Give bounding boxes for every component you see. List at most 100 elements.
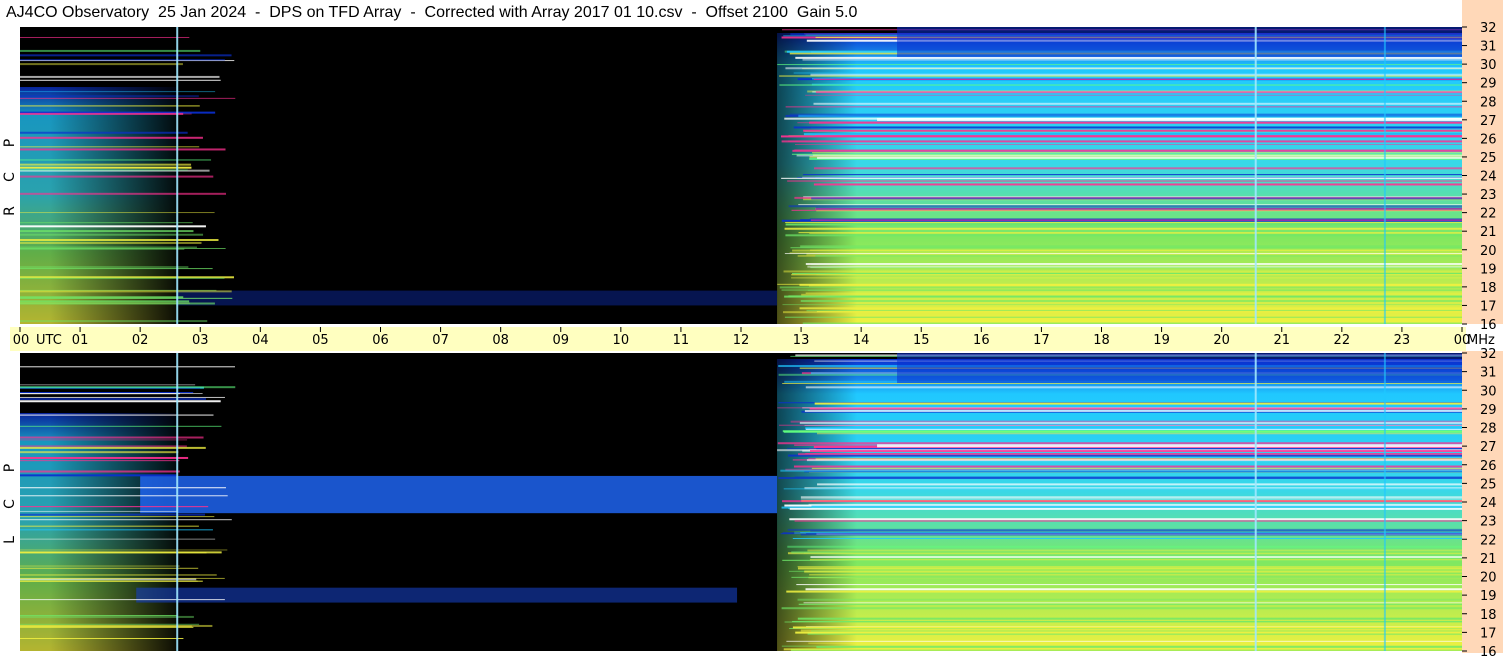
interference-streak [20,396,225,398]
interference-streak [20,392,194,394]
interference-streak [800,245,1462,248]
interference-streak [777,407,1462,409]
interference-streak [801,293,1462,296]
interference-streak [811,505,1462,508]
interference-streak [792,537,1462,539]
interference-streak [20,623,200,625]
interference-streak [784,295,1462,298]
interference-streak [803,129,1462,132]
interference-streak [802,322,1462,324]
interference-streak [812,152,1462,154]
interference-streak [800,498,1462,500]
interference-streak [802,176,1462,178]
interference-streak [20,290,232,293]
interference-streak [808,642,1462,644]
interference-streak [20,637,184,639]
mhz-unit-label: MHz [1467,333,1495,348]
interference-streak [20,567,199,569]
interference-streak [20,54,232,57]
interference-streak [787,545,1462,548]
utc-tick-label: 22 [1334,333,1351,348]
mhz-tick-label: 31 [1480,40,1497,55]
interference-streak [813,78,1462,80]
mhz-tick-label: 28 [1480,95,1497,110]
interference-streak [20,247,226,249]
interference-streak [20,460,180,462]
interference-streak [20,451,179,454]
interference-streak [20,159,212,161]
interference-streak [791,273,1462,275]
polarization-letter: P [2,139,18,147]
utc-tick-label: 11 [673,333,690,348]
interference-streak [20,487,226,489]
interference-streak [791,551,1462,554]
interference-streak [802,174,1462,176]
interference-streak [805,386,1462,389]
interference-streak [20,36,190,38]
interference-streak [20,230,194,233]
interference-streak [783,488,1462,490]
interference-streak [20,474,177,477]
interference-streak [783,648,1462,651]
mhz-tick-label: 24 [1480,170,1497,185]
interference-streak [20,580,198,582]
mhz-tick-label: 32 [1480,21,1497,36]
interference-streak [20,212,215,214]
interference-streak [810,219,1462,221]
interference-streak [20,516,215,518]
interference-streak [20,233,204,236]
interference-streak [20,246,197,248]
mhz-tick-label: 30 [1480,58,1497,73]
interference-streak [20,549,228,551]
mhz-tick-label: 21 [1480,552,1497,567]
interference-streak [782,383,1462,385]
interference-streak [20,146,200,148]
interference-streak [816,448,1462,450]
interference-streak [785,234,1462,237]
mhz-tick-label: 18 [1480,608,1497,623]
interference-streak [785,106,1462,108]
interference-streak [807,549,1462,552]
interference-streak [785,221,1462,223]
interference-streak [790,247,1462,249]
utc-tick-label: 19 [1153,333,1170,348]
interference-streak [20,538,216,540]
interference-streak [797,566,1462,568]
strong-band-25mhz [817,483,1462,486]
interference-streak [815,208,1462,210]
interference-streak [20,148,226,151]
utc-unit-label: UTC [36,333,62,348]
mhz-tick-label: 31 [1480,366,1497,381]
interference-streak [789,507,1462,510]
interference-streak [778,477,1462,480]
interference-streak [786,590,1462,593]
interference-streak [20,529,213,531]
mhz-tick-label: 29 [1480,403,1497,418]
diffuse-band [140,475,778,514]
mhz-tick-label: 16 [1480,645,1497,660]
spectrogram-panel-1 [20,27,1462,324]
interference-streak [798,232,1462,234]
interference-streak [20,510,177,512]
interference-streak [814,402,1462,405]
interference-streak [20,574,217,576]
utc-tick-label: 14 [853,333,870,348]
interference-streak [20,163,192,166]
interference-streak [20,577,225,579]
mhz-tick-label: 16 [1480,318,1497,333]
utc-tick-label: 23 [1394,333,1411,348]
interference-streak [20,300,190,303]
utc-tick-label: 04 [252,333,269,348]
utc-tick-label: 00 [13,333,30,348]
utc-time-axis: 00 01 02 03 04 05 06 07 08 09 10 11 12 13 14 15 16 17 18 19… [10,327,1495,351]
vertical-marker-line [176,27,179,324]
mhz-tick-label: 32 [1480,347,1497,362]
utc-tick-label: 02 [132,333,149,348]
interference-streak [800,299,1462,302]
interference-streak [810,556,1462,559]
mhz-scales: 32 31 30 29 28 27 26 25 24 23 22 21 20 19 18 17 16 32 31 30… [1462,0,1503,660]
interference-streak [789,113,1462,116]
interference-streak [20,192,227,195]
utc-tick-label: 15 [913,333,930,348]
interference-streak [784,621,1462,623]
